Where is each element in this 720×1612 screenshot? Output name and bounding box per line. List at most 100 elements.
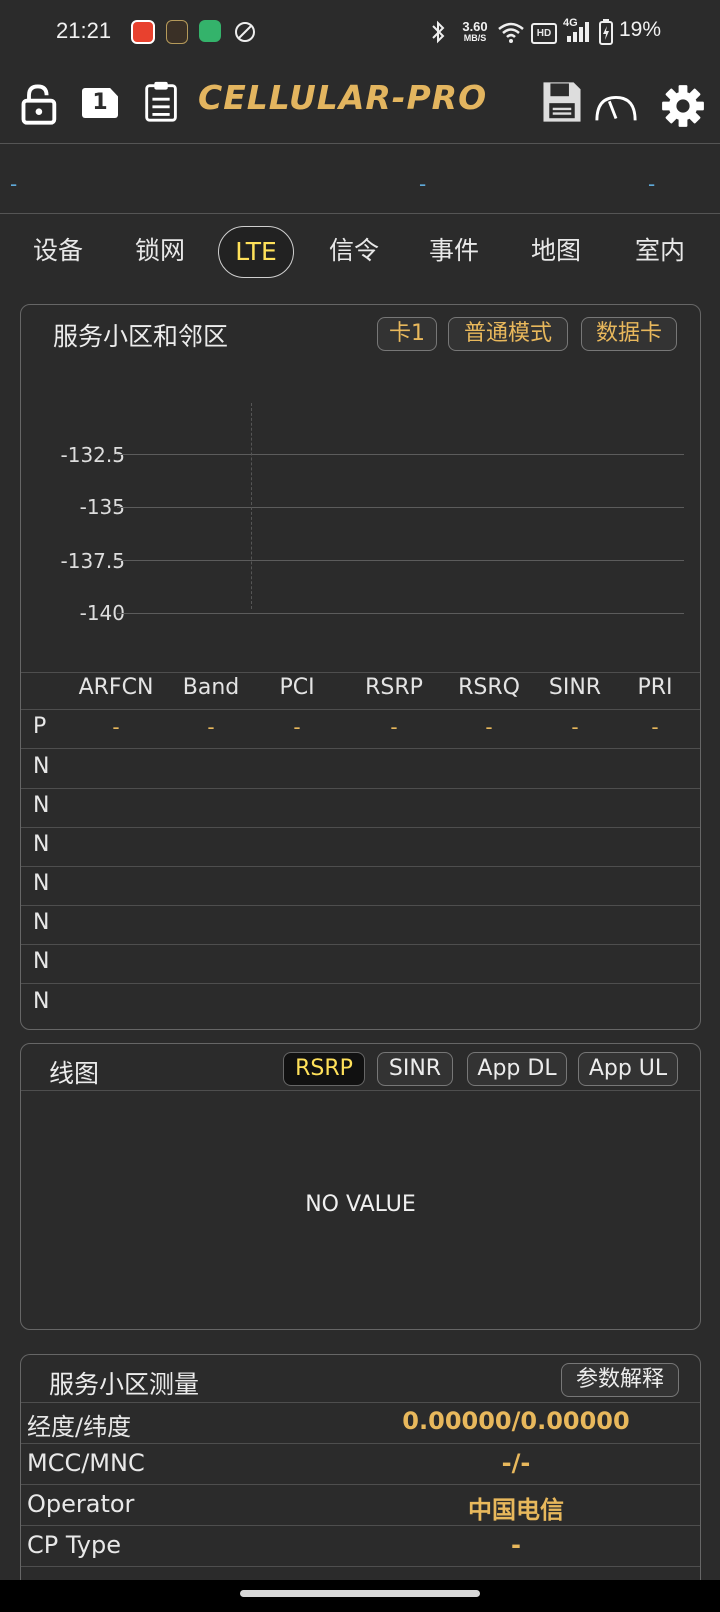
no-sync-icon [235, 22, 255, 42]
net-speed: 3.60 MB/S [462, 19, 488, 43]
row-line [21, 1484, 700, 1485]
lonlat-label: 经度/纬度 [27, 1413, 132, 1441]
shield-icon [199, 20, 221, 42]
col-rsrp: RSRP [365, 675, 423, 700]
cursor-line [251, 403, 252, 609]
gear-icon[interactable] [661, 84, 705, 128]
panel-header-line [21, 1090, 700, 1091]
bluetooth-icon [432, 20, 445, 44]
cell-value: - [207, 715, 215, 739]
cell-value: - [293, 715, 301, 739]
cell-value: - [112, 715, 120, 739]
operator-label: Operator [27, 1490, 135, 1518]
app-dl-button[interactable]: App DL [467, 1052, 567, 1086]
cell-value: - [390, 715, 398, 739]
lock-open-icon[interactable] [18, 82, 62, 126]
mcc-mnc-value: -/- [501, 1449, 531, 1477]
rsrp-button[interactable]: RSRP [283, 1052, 365, 1086]
row-line [21, 748, 700, 749]
grid-line [117, 454, 684, 455]
row-line [21, 788, 700, 789]
cell-value: - [571, 715, 579, 739]
y-tick: -135 [79, 495, 125, 519]
row-line [21, 1566, 700, 1567]
line-chart-panel: 线图 RSRP SINR App DL App UL NO VALUE [20, 1043, 701, 1330]
operator-value: 中国电信 [468, 1496, 564, 1524]
speedometer-icon[interactable] [594, 86, 638, 130]
panel-title: 线图 [49, 1059, 100, 1088]
sinr-button[interactable]: SINR [377, 1052, 453, 1086]
cell-value: - [651, 715, 659, 739]
row-line [21, 1402, 700, 1403]
col-arfcn: ARFCN [78, 675, 154, 700]
app-gold-icon [166, 20, 188, 44]
app-ul-button[interactable]: App UL [578, 1052, 678, 1086]
tab-indoor[interactable]: 室内 [624, 226, 696, 276]
tab-lock-network[interactable]: 锁网 [124, 226, 196, 276]
cp-type-label: CP Type [27, 1531, 121, 1559]
floppy-disk-icon[interactable] [540, 80, 584, 124]
cp-type-value: - [511, 1531, 521, 1559]
normal-mode-chip[interactable]: 普通模式 [448, 317, 568, 351]
info-middle: - [419, 172, 427, 196]
row-line [21, 1525, 700, 1526]
mcc-mnc-label: MCC/MNC [27, 1449, 145, 1477]
grid-line [117, 560, 684, 561]
row-line [21, 1443, 700, 1444]
param-help-button[interactable]: 参数解释 [561, 1363, 679, 1397]
empty-chart-message: NO VALUE [305, 1192, 416, 1217]
status-bar: 21:21 3.60 MB/S HD 4G 19% [0, 0, 720, 64]
row-line [21, 905, 700, 906]
col-rsrq: RSRQ [458, 675, 520, 700]
sim-badge-number: 1 [92, 90, 108, 115]
info-divider [0, 213, 720, 214]
row-label-neighbor: N [33, 871, 50, 896]
col-sinr: SINR [548, 675, 602, 700]
toolbar-divider [0, 143, 720, 144]
tab-lte[interactable]: LTE [218, 226, 294, 278]
tab-events[interactable]: 事件 [418, 226, 490, 276]
row-line [21, 944, 700, 945]
row-label-neighbor: N [33, 949, 50, 974]
battery-icon [599, 19, 613, 45]
col-band: Band [182, 675, 240, 700]
tab-bar: 设备 锁网 LTE 信令 事件 地图 室内 [0, 226, 720, 280]
row-label-neighbor: N [33, 832, 50, 857]
y-tick: -137.5 [60, 549, 125, 573]
info-right: - [648, 172, 656, 196]
hd-badge: HD [531, 23, 557, 44]
col-pci: PCI [279, 675, 315, 700]
row-line [21, 709, 700, 710]
tab-map[interactable]: 地图 [520, 226, 592, 276]
info-row: - - - [0, 160, 720, 210]
cell-value: - [485, 715, 493, 739]
status-time: 21:21 [56, 18, 112, 43]
grid-line [117, 613, 684, 614]
col-pri: PRI [637, 675, 673, 700]
home-gesture-bar[interactable] [240, 1590, 480, 1597]
tab-device[interactable]: 设备 [22, 226, 94, 276]
y-tick: -140 [79, 601, 125, 625]
y-tick: -132.5 [60, 443, 125, 467]
battery-percent: 19% [619, 18, 662, 41]
panel-title: 服务小区和邻区 [53, 322, 229, 351]
serving-neighbor-panel: 服务小区和邻区 卡1 普通模式 数据卡 -132.5 -135 -137.5 -… [20, 304, 701, 1030]
sim1-chip[interactable]: 卡1 [377, 317, 437, 351]
row-line [21, 827, 700, 828]
signal-icon [567, 22, 589, 42]
info-left: - [10, 172, 18, 196]
row-line [21, 983, 700, 984]
tab-signaling[interactable]: 信令 [318, 226, 390, 276]
row-line [21, 866, 700, 867]
lonlat-value: 0.00000/0.00000 [402, 1407, 630, 1435]
clipboard-icon[interactable] [140, 80, 184, 124]
row-label-neighbor: N [33, 793, 50, 818]
wifi-icon [498, 22, 524, 43]
row-label-neighbor: N [33, 989, 50, 1014]
sim-card-icon[interactable]: 1 [82, 88, 118, 118]
data-card-chip[interactable]: 数据卡 [581, 317, 677, 351]
app-red-icon [131, 20, 155, 44]
panel-title: 服务小区测量 [49, 1370, 200, 1399]
row-label-neighbor: N [33, 754, 50, 779]
row-label-neighbor: N [33, 910, 50, 935]
